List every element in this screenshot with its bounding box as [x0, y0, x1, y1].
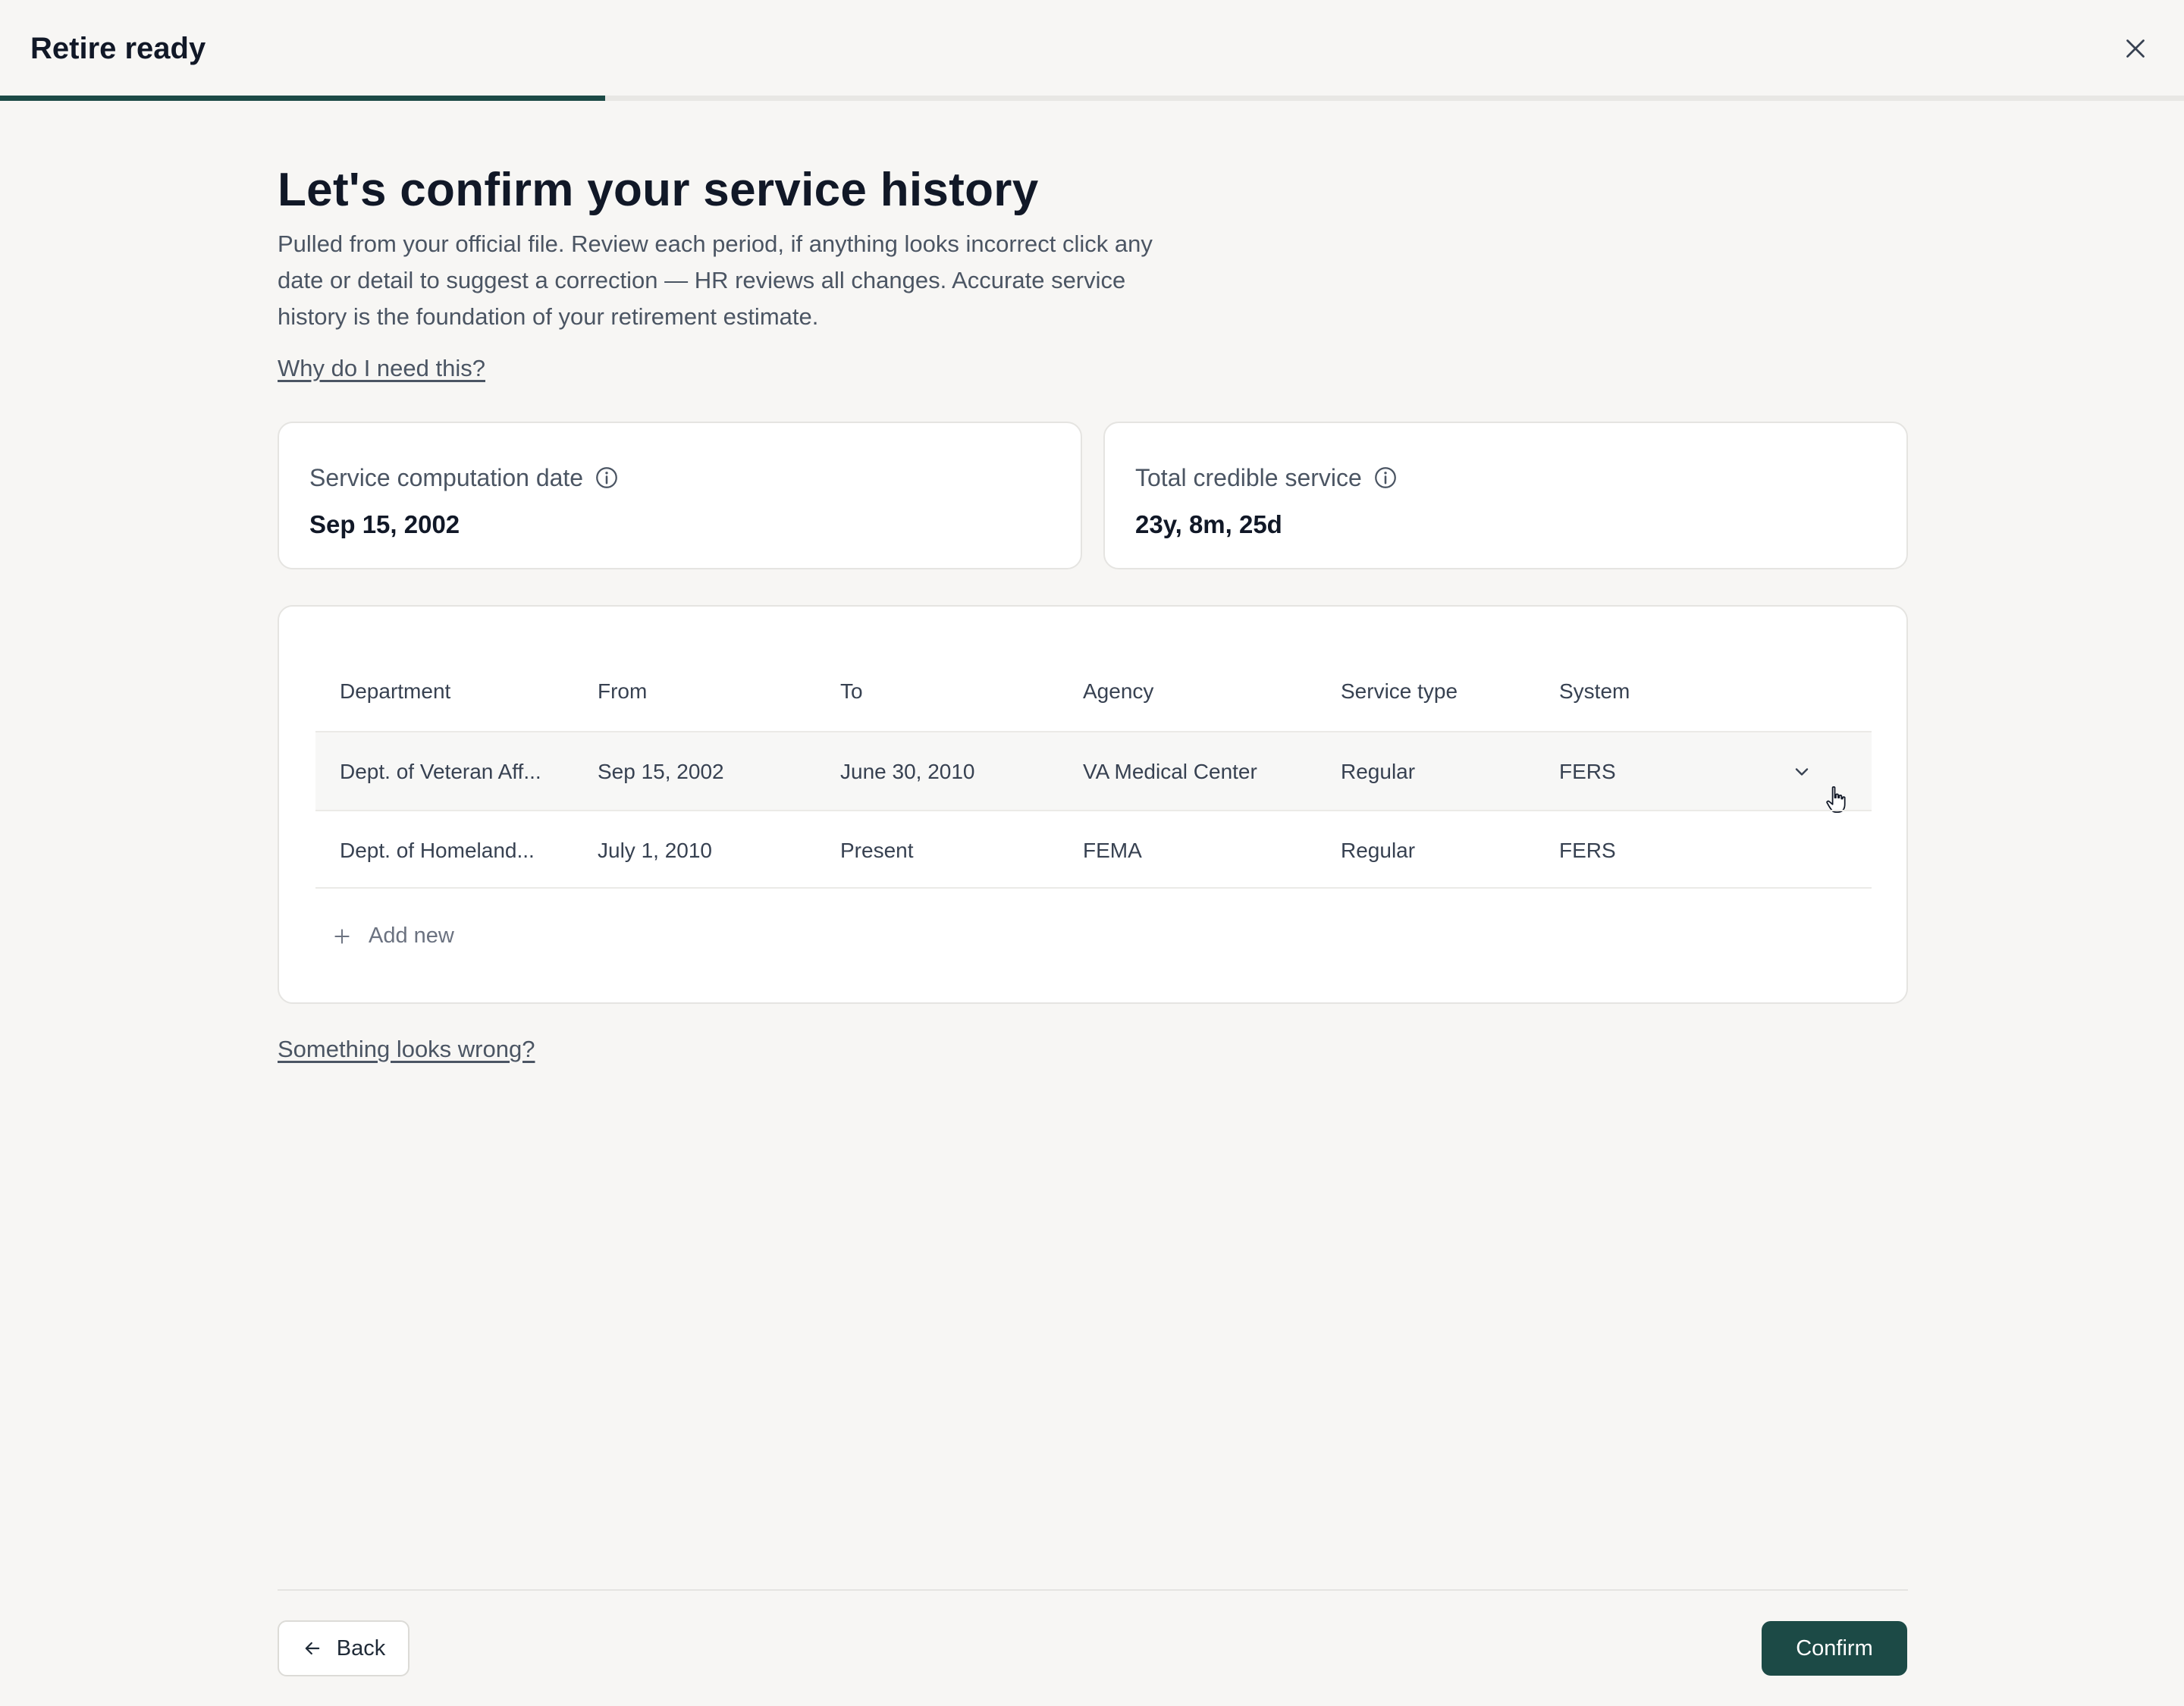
- intro-text: Pulled from your official file. Review e…: [278, 230, 1153, 330]
- page-title: Let's confirm your service history: [278, 164, 1039, 216]
- something-looks-wrong-link[interactable]: Something looks wrong?: [278, 1036, 535, 1063]
- cell-agency[interactable]: VA Medical Center: [1083, 732, 1326, 811]
- total-credible-service-card: Total credible service 23y, 8m, 25d: [1103, 422, 1908, 569]
- top-bar: Retire ready: [0, 0, 2184, 96]
- cell-to[interactable]: Present: [840, 811, 1068, 890]
- add-new-button[interactable]: Add new: [332, 924, 454, 949]
- add-new-label: Add new: [369, 924, 454, 948]
- table-row[interactable]: Dept. of Homeland... July 1, 2010 Presen…: [315, 810, 1872, 889]
- plus-icon: [334, 928, 350, 944]
- column-header-service-type: Service type: [1341, 679, 1458, 703]
- main-content: Let's confirm your service history Pulle…: [278, 156, 1908, 1062]
- total-credible-service-value: 23y, 8m, 25d: [1135, 510, 1282, 538]
- column-header-department: Department: [340, 679, 451, 703]
- cell-service-type[interactable]: Regular: [1341, 732, 1545, 811]
- card-label: Service computation date: [309, 461, 620, 494]
- summary-cards: Service computation date Sep 15, 2002 To…: [278, 422, 1908, 569]
- close-icon: [2126, 39, 2145, 58]
- cell-from[interactable]: Sep 15, 2002: [598, 732, 825, 811]
- arrow-left-icon: [305, 1642, 320, 1655]
- service-history-panel: Department From To Agency Service type S…: [278, 605, 1908, 1004]
- chevron-down-icon[interactable]: [1791, 761, 1812, 782]
- cell-to[interactable]: June 30, 2010: [840, 732, 1068, 811]
- service-computation-date-card: Service computation date Sep 15, 2002: [278, 422, 1082, 569]
- service-history-table: Department From To Agency Service type S…: [315, 652, 1872, 889]
- cell-system[interactable]: FERS: [1559, 732, 1749, 811]
- retire-ready-page: Retire ready Let's confirm your service …: [0, 0, 2184, 1706]
- column-header-from: From: [598, 679, 648, 703]
- cell-from[interactable]: July 1, 2010: [598, 811, 825, 890]
- progress-fill: [0, 96, 605, 101]
- service-computation-date-value: Sep 15, 2002: [309, 510, 460, 538]
- cell-service-type[interactable]: Regular: [1341, 811, 1545, 890]
- back-label: Back: [336, 1635, 386, 1661]
- column-header-agency: Agency: [1083, 679, 1154, 703]
- why-do-i-need-this-link[interactable]: Why do I need this?: [278, 355, 485, 382]
- cell-system[interactable]: FERS: [1559, 811, 1749, 890]
- table-row[interactable]: Dept. of Veteran Aff... Sep 15, 2002 Jun…: [315, 731, 1872, 813]
- cell-agency[interactable]: FEMA: [1083, 811, 1326, 890]
- cell-department[interactable]: Dept. of Homeland...: [340, 811, 582, 890]
- confirm-button[interactable]: Confirm: [1762, 1621, 1907, 1676]
- card-label-text: Service computation date: [309, 464, 584, 491]
- info-icon[interactable]: [1373, 465, 1398, 491]
- app-title: Retire ready: [30, 32, 206, 65]
- card-label-text: Total credible service: [1135, 464, 1362, 491]
- table-header-row: Department From To Agency Service type S…: [315, 652, 1872, 731]
- column-header-to: To: [840, 679, 863, 703]
- info-icon[interactable]: [594, 465, 620, 491]
- column-header-system: System: [1559, 679, 1630, 703]
- card-label: Total credible service: [1135, 461, 1398, 494]
- back-button[interactable]: Back: [278, 1620, 410, 1676]
- footer-divider: [278, 1589, 1908, 1591]
- close-button[interactable]: [2116, 29, 2155, 68]
- progress-bar: [0, 96, 2184, 101]
- cell-department[interactable]: Dept. of Veteran Aff...: [340, 732, 582, 811]
